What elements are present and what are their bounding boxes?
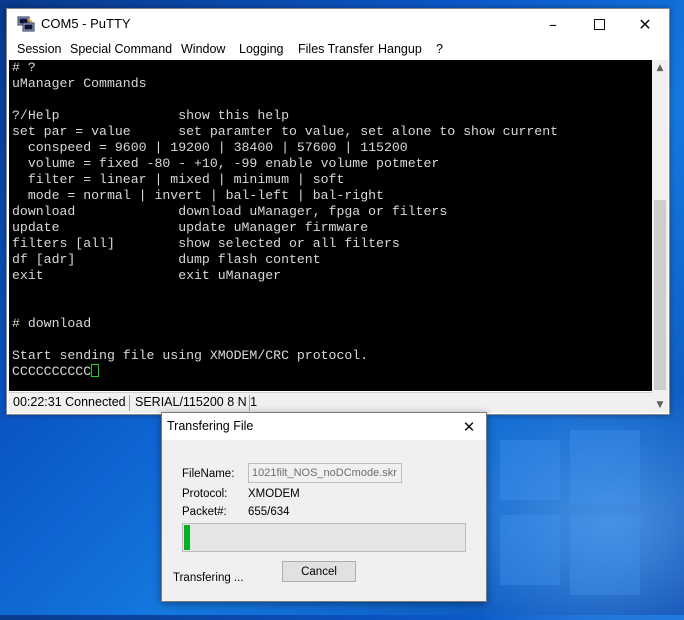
putty-window[interactable]: COM5 - PuTTY – ✕ Session Special Command…: [6, 8, 670, 415]
window-title: COM5 - PuTTY: [41, 16, 131, 31]
dialog-close-button[interactable]: ✕: [452, 413, 486, 440]
minimize-icon: –: [549, 14, 557, 34]
desktop-window-pane: [570, 515, 640, 595]
scroll-up-button[interactable]: ▲: [652, 60, 668, 76]
close-button[interactable]: ✕: [622, 9, 668, 39]
menu-special-command[interactable]: Special Command: [70, 42, 172, 56]
cancel-button[interactable]: Cancel: [282, 561, 356, 582]
menu-hangup[interactable]: Hangup: [378, 42, 422, 56]
protocol-label: Protocol:: [182, 488, 228, 500]
dialog-title-bar[interactable]: Transfering File ✕: [162, 413, 486, 440]
filename-field: 1021filt_NOS_noDCmode.skr: [248, 463, 402, 483]
menu-window[interactable]: Window: [181, 42, 225, 56]
transfer-dialog[interactable]: Transfering File ✕ FileName: 1021filt_NO…: [161, 412, 487, 602]
packet-label: Packet#:: [182, 506, 227, 518]
desktop-window-pane: [570, 430, 640, 505]
title-bar[interactable]: COM5 - PuTTY – ✕: [7, 9, 669, 39]
progress-fill: [184, 525, 191, 550]
close-icon: ✕: [462, 417, 476, 436]
putty-icon: [17, 16, 35, 32]
menu-session[interactable]: Session: [17, 42, 61, 56]
menu-bar: Session Special Command Window Logging F…: [7, 40, 669, 60]
transfer-progress-bar: [182, 523, 466, 552]
protocol-value: XMODEM: [248, 488, 300, 500]
maximize-button[interactable]: [576, 9, 622, 39]
menu-files-transfer[interactable]: Files Transfer: [298, 42, 374, 56]
desktop-window-pane: [500, 440, 560, 500]
status-divider: [249, 395, 250, 411]
status-serial: SERIAL/115200 8 N 1: [135, 395, 258, 409]
chevron-up-icon: ▲: [656, 63, 664, 73]
menu-help[interactable]: ?: [436, 42, 443, 56]
filename-label: FileName:: [182, 468, 235, 480]
minimize-button[interactable]: –: [530, 9, 576, 39]
terminal-cursor: [91, 364, 100, 377]
terminal-screen[interactable]: # ? uManager Commands ?/Help show this h…: [9, 60, 652, 391]
scroll-down-button[interactable]: ▼: [652, 397, 668, 413]
terminal-last-line: CCCCCCCCCC: [12, 364, 92, 379]
status-divider: [129, 395, 130, 411]
menu-logging[interactable]: Logging: [239, 42, 284, 56]
maximize-icon: [593, 18, 605, 30]
dialog-title: Transfering File: [167, 419, 254, 433]
terminal-lines: # ? uManager Commands ?/Help show this h…: [12, 60, 559, 363]
status-connected: 00:22:31 Connected: [13, 395, 126, 409]
vertical-scrollbar[interactable]: ▲ ▼: [652, 60, 668, 413]
desktop-window-pane: [500, 515, 560, 585]
chevron-down-icon: ▼: [656, 400, 664, 410]
close-icon: ✕: [638, 14, 652, 34]
status-bar: 00:22:31 Connected SERIAL/115200 8 N 1: [9, 392, 652, 413]
scrollbar-thumb[interactable]: [654, 200, 666, 390]
packet-value: 655/634: [248, 506, 290, 518]
terminal-output: # ? uManager Commands ?/Help show this h…: [9, 60, 652, 380]
transfer-status: Transfering ...: [173, 572, 244, 584]
